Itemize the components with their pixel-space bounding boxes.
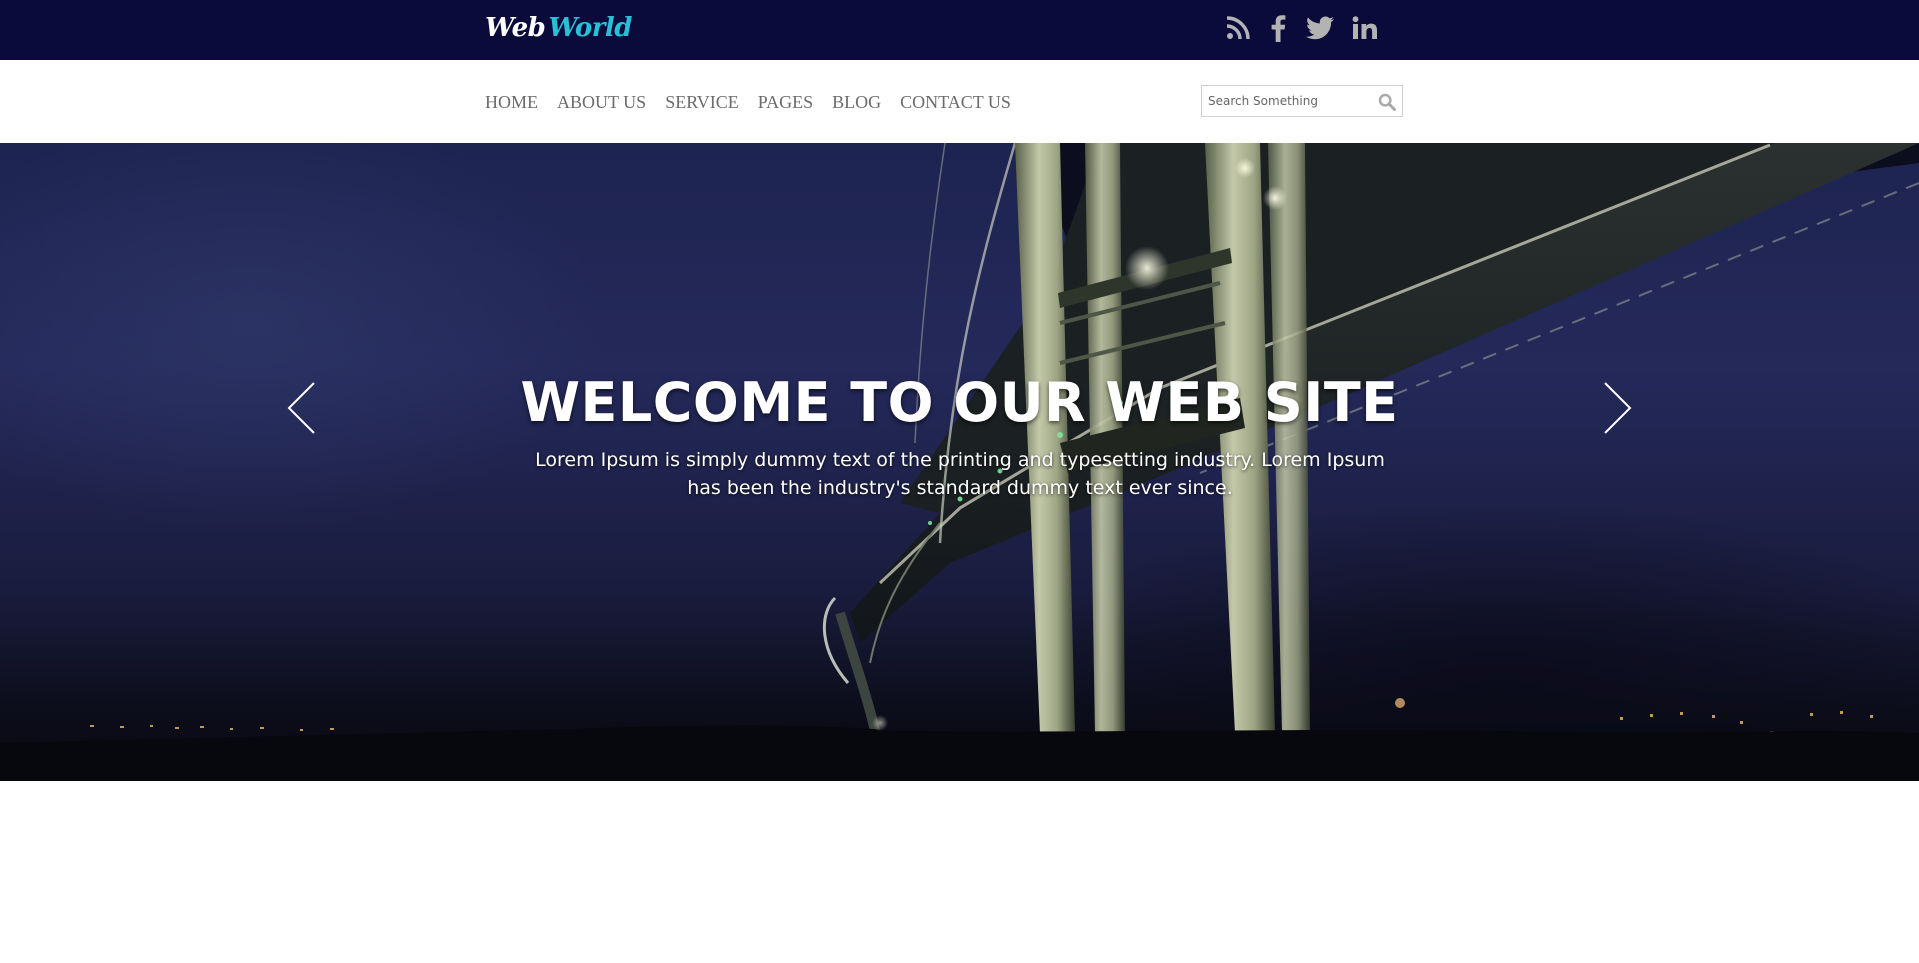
rss-icon (1226, 16, 1250, 40)
twitter-link[interactable] (1303, 12, 1337, 44)
main-nav-bar: HOME ABOUT US SERVICE PAGES BLOG CONTACT… (0, 60, 1919, 143)
search-box (1201, 85, 1403, 117)
chevron-right-icon (1604, 382, 1632, 434)
linkedin-icon (1352, 16, 1377, 39)
hero-slider: WELCOME TO OUR WEB SITE Lorem Ipsum is s… (0, 143, 1919, 781)
search-icon (1378, 93, 1396, 111)
chevron-left-icon (287, 382, 315, 434)
nav-item-service[interactable]: SERVICE (665, 90, 739, 114)
logo-text-world: World (548, 13, 632, 43)
nav-item-home[interactable]: HOME (485, 90, 538, 114)
slider-next-button[interactable] (1599, 378, 1639, 438)
nav-item-contact-us[interactable]: CONTACT US (900, 90, 1011, 114)
logo-text-web: Web (485, 13, 546, 43)
top-bar: Web World (0, 0, 1919, 60)
rss-link[interactable] (1221, 12, 1255, 44)
facebook-icon (1271, 15, 1286, 42)
facebook-link[interactable] (1261, 12, 1295, 44)
nav-item-about-us[interactable]: ABOUT US (557, 90, 646, 114)
nav-item-blog[interactable]: BLOG (832, 90, 881, 114)
nav-item-pages[interactable]: PAGES (758, 90, 813, 114)
search-input[interactable] (1202, 86, 1378, 116)
hero-description: Lorem Ipsum is simply dummy text of the … (535, 449, 1385, 499)
main-nav: HOME ABOUT US SERVICE PAGES BLOG CONTACT… (485, 90, 1030, 114)
twitter-icon (1306, 16, 1334, 40)
search-button[interactable] (1378, 93, 1396, 111)
linkedin-link[interactable] (1348, 12, 1382, 44)
slider-prev-button[interactable] (280, 378, 320, 438)
site-logo[interactable]: Web World (485, 10, 632, 46)
